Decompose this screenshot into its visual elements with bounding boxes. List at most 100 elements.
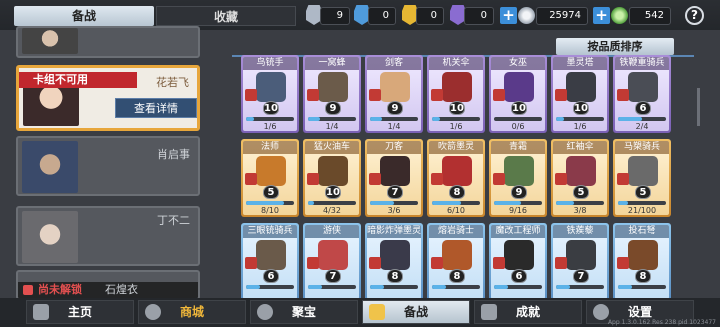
unit-card[interactable]: 刀客 7 3/6 (365, 139, 423, 217)
unit-name: 吹箭墨灵 (429, 141, 483, 154)
unit-portrait (318, 240, 348, 270)
view-details-button[interactable]: 查看详情 (115, 98, 197, 118)
unit-card[interactable]: 投石弩 8 (613, 223, 671, 301)
unit-name: 一窝蜂 (305, 57, 359, 70)
nav-prepare-button[interactable]: 备战 (362, 300, 470, 324)
unit-type-icon (245, 173, 257, 185)
unit-card-face: 铁蒺藜 7 (553, 225, 607, 299)
unit-card[interactable]: 猛火油车 10 4/32 (303, 139, 361, 217)
unit-card[interactable]: 魔改工程师 6 (489, 223, 547, 301)
unit-card-face: 铁鞭重骑兵 6 2/4 (615, 57, 669, 131)
purple-crystal-count: 0 (464, 7, 494, 25)
unit-progress-bar (370, 201, 418, 205)
add-silver-button[interactable]: + (500, 7, 517, 24)
unit-progress-bar (556, 285, 604, 289)
unit-progress-fill (618, 201, 629, 205)
hero-card-locked[interactable]: 尚未解锁 石煌衣 (16, 270, 200, 300)
add-green-button[interactable]: + (593, 7, 610, 24)
hero-portrait (22, 28, 78, 54)
hero-card-huaruofei[interactable]: 卡组不可用 花若飞 查看详情 (16, 65, 200, 131)
unit-card-face: 暗影炸弹墨灵 8 (367, 225, 421, 299)
unit-card[interactable]: 三眼铳骑兵 6 (241, 223, 299, 301)
unit-cost-badge: 8 (449, 185, 465, 199)
unit-card[interactable]: 马槊骑兵 5 21/100 (613, 139, 671, 217)
green-coin-icon (611, 7, 628, 24)
deck-unavailable-banner: 卡组不可用 (19, 72, 137, 88)
unit-progress-bar (246, 201, 294, 205)
unit-name: 游侠 (305, 225, 359, 238)
unit-card[interactable]: 机关伞 10 1/6 (427, 55, 485, 133)
unit-card[interactable]: 铁鞭重骑兵 6 2/4 (613, 55, 671, 133)
unit-type-icon (431, 257, 443, 269)
unit-card[interactable]: 剑客 9 1/4 (365, 55, 423, 133)
unit-card-face: 一窝蜂 9 1/4 (305, 57, 359, 131)
unit-card[interactable]: 法师 5 8/10 (241, 139, 299, 217)
unit-name: 鸟铳手 (243, 57, 297, 70)
unit-card[interactable]: 熔岩骑士 8 (427, 223, 485, 301)
nav-home-button[interactable]: 主页 (26, 300, 134, 324)
hero-card-xiaoqishi[interactable]: 肖启事 (16, 136, 200, 196)
unit-card[interactable]: 暗影炸弹墨灵 8 (365, 223, 423, 301)
unit-type-icon (245, 89, 257, 101)
unit-name: 红袖伞 (553, 141, 607, 154)
unit-type-icon (369, 173, 381, 185)
lock-icon (23, 285, 33, 295)
unit-name: 青霜 (491, 141, 545, 154)
unit-card[interactable]: 红袖伞 5 3/8 (551, 139, 609, 217)
locked-label: 尚未解锁 (38, 283, 82, 296)
unit-type-icon (307, 89, 319, 101)
unit-portrait (318, 156, 348, 186)
unit-card[interactable]: 鸟铳手 10 1/6 (241, 55, 299, 133)
unit-type-icon (431, 173, 443, 185)
unit-cost-badge: 5 (635, 185, 651, 199)
unit-card[interactable]: 游侠 7 (303, 223, 361, 301)
unit-type-icon (307, 173, 319, 185)
unit-portrait (628, 72, 658, 102)
unit-progress-fill (432, 201, 461, 205)
unit-portrait (566, 72, 596, 102)
locked-bar: 尚未解锁 石煌衣 (18, 282, 198, 298)
help-button[interactable]: ? (685, 6, 704, 25)
nav-treasure-button[interactable]: 聚宝 (250, 300, 358, 324)
unit-card[interactable]: 青霜 9 9/16 (489, 139, 547, 217)
unit-card-face: 游侠 7 (305, 225, 359, 299)
unit-cost-badge: 8 (449, 269, 465, 283)
hero-portrait (22, 211, 78, 263)
treasure-icon (257, 304, 273, 320)
unit-card[interactable]: 吹箭墨灵 8 6/10 (427, 139, 485, 217)
tab-collection[interactable]: 收藏 (156, 6, 296, 26)
home-icon (33, 304, 49, 320)
unit-card-count: 1/6 (449, 122, 463, 131)
unit-card[interactable]: 墨灵塔 10 1/6 (551, 55, 609, 133)
unit-progress-bar (308, 117, 356, 121)
gear-icon (593, 304, 609, 320)
unit-card-face: 刀客 7 3/6 (367, 141, 421, 215)
hero-card-partial[interactable] (16, 26, 200, 58)
unit-progress-fill (246, 285, 261, 289)
nav-achievement-button[interactable]: 成就 (474, 300, 582, 324)
unit-type-icon (555, 257, 567, 269)
unit-cost-badge: 6 (511, 269, 527, 283)
unit-progress-bar (370, 117, 418, 121)
green-coin-count: 542 (629, 7, 671, 25)
shop-icon (145, 304, 161, 320)
unit-progress-bar (618, 285, 666, 289)
unit-card[interactable]: 女巫 10 0/6 (489, 55, 547, 133)
hero-name: 石煌衣 (105, 283, 138, 296)
nav-shop-button[interactable]: 商城 (138, 300, 246, 324)
unit-card-face: 青霜 9 9/16 (491, 141, 545, 215)
hero-card-dingbuer[interactable]: 丁不二 (16, 206, 200, 266)
unit-name: 猛火油车 (305, 141, 359, 154)
unit-card-face: 熔岩骑士 8 (429, 225, 483, 299)
tab-prepare[interactable]: 备战 (14, 6, 154, 26)
scrollbar[interactable] (697, 88, 700, 126)
unit-progress-bar (618, 117, 666, 121)
unit-cost-badge: 9 (325, 101, 341, 115)
sort-by-quality-button[interactable]: 按品质排序 (556, 38, 674, 55)
unit-progress-fill (556, 117, 565, 121)
unit-card[interactable]: 铁蒺藜 7 (551, 223, 609, 301)
unit-name: 墨灵塔 (553, 57, 607, 70)
unit-cost-badge: 9 (387, 101, 403, 115)
unit-card-face: 女巫 10 0/6 (491, 57, 545, 131)
unit-card[interactable]: 一窝蜂 9 1/4 (303, 55, 361, 133)
